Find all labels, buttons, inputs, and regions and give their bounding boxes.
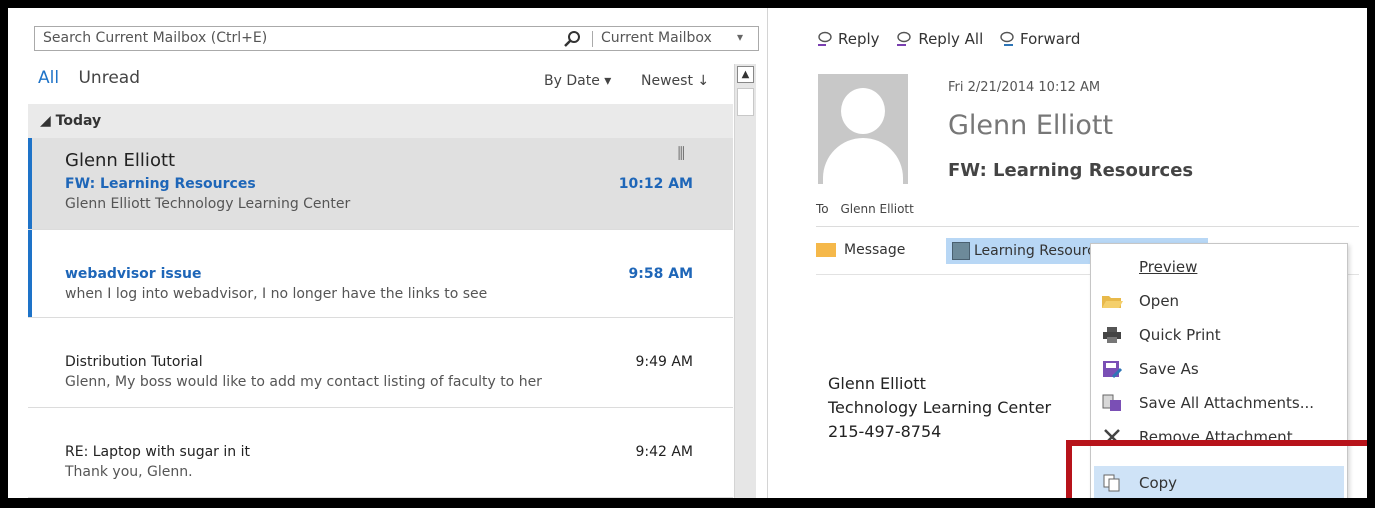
list-item[interactable]: Glenn Elliott ⫴ FW: Learning Resources 1…: [28, 138, 733, 230]
message-preview: Thank you, Glenn.: [65, 464, 193, 480]
menu-item-save-all-attachments[interactable]: Save All Attachments...: [1091, 386, 1347, 420]
to-name[interactable]: Glenn Elliott: [840, 202, 913, 216]
group-label: ◢ Today: [40, 113, 102, 129]
menu-item-save-as[interactable]: Save As: [1091, 352, 1347, 386]
reply-label: Reply: [838, 30, 880, 48]
message-subject: Distribution Tutorial: [65, 354, 203, 370]
save-all-icon: [1102, 394, 1121, 411]
attachment-file-icon: [952, 242, 970, 260]
search-separator: [592, 31, 593, 47]
magnifier-icon[interactable]: [562, 29, 582, 49]
forward-button[interactable]: Forward: [998, 30, 1080, 48]
sort-order[interactable]: Newest ↓: [641, 73, 709, 89]
reply-all-label: Reply All: [918, 30, 984, 48]
message-tab-label: Message: [844, 242, 906, 258]
scroll-up-icon[interactable]: ▲: [737, 66, 754, 83]
message-actions: Reply Reply All Forward: [816, 30, 1090, 51]
sender-avatar: [818, 74, 908, 184]
message-subject: FW: Learning Resources: [65, 176, 256, 192]
header-divider: [816, 226, 1359, 227]
menu-item-preview[interactable]: Preview: [1091, 250, 1347, 284]
menu-item-label: Open: [1139, 292, 1180, 310]
outlook-window: Search Current Mailbox (Ctrl+E) Current …: [0, 0, 1375, 508]
forward-label: Forward: [1020, 30, 1081, 48]
sort-by-date[interactable]: By Date ▾: [544, 73, 611, 89]
reply-icon: [818, 31, 832, 46]
menu-item-label: Preview: [1139, 258, 1198, 276]
message-subject: RE: Laptop with sugar in it: [65, 444, 250, 460]
search-placeholder: Search Current Mailbox (Ctrl+E): [43, 30, 268, 46]
filter-all[interactable]: All: [38, 68, 59, 88]
message-time: 9:58 AM: [628, 266, 693, 282]
forward-icon: [1000, 31, 1014, 46]
group-header-today[interactable]: ◢ Today: [28, 104, 733, 138]
paperclip-icon: ⫴: [677, 144, 685, 165]
message-list-pane: Search Current Mailbox (Ctrl+E) Current …: [8, 8, 768, 498]
search-scope[interactable]: Current Mailbox: [601, 30, 712, 46]
signature-line: 215-497-8754: [828, 422, 942, 441]
signature-line: Technology Learning Center: [828, 398, 1052, 417]
message-sender: Glenn Elliott: [65, 150, 176, 171]
avatar-head: [841, 88, 885, 134]
to-label: To: [816, 202, 829, 216]
filter-unread[interactable]: Unread: [78, 68, 140, 88]
scroll-thumb[interactable]: [737, 88, 754, 116]
menu-item-label: Save As: [1139, 360, 1199, 378]
highlight-annotation-box: [1066, 440, 1367, 498]
message-preview: Glenn, My boss would like to add my cont…: [65, 374, 542, 390]
unread-bar: [28, 230, 32, 317]
list-scrollbar[interactable]: ▲: [734, 64, 756, 498]
search-input[interactable]: Search Current Mailbox (Ctrl+E) Current …: [34, 26, 759, 51]
reply-all-icon: [897, 31, 912, 46]
message-time: 9:49 AM: [635, 354, 693, 370]
list-item[interactable]: RE: Laptop with sugar in it 9:42 AM Than…: [28, 408, 733, 498]
message-time: 9:42 AM: [635, 444, 693, 460]
reply-button[interactable]: Reply: [816, 30, 880, 48]
signature-line: Glenn Elliott: [828, 374, 926, 393]
recipient-line: To Glenn Elliott: [816, 202, 914, 216]
message-subject-heading: FW: Learning Resources: [948, 160, 1194, 181]
menu-item-open[interactable]: Open: [1091, 284, 1347, 318]
chevron-down-icon[interactable]: ▾: [737, 30, 743, 44]
list-item[interactable]: webadvisor issue 9:58 AM when I log into…: [28, 230, 733, 318]
avatar-body: [823, 138, 903, 184]
menu-item-quick-print[interactable]: Quick Print: [1091, 318, 1347, 352]
message-time: 10:12 AM: [618, 176, 693, 192]
message-tab[interactable]: Message: [816, 242, 905, 258]
message-preview: when I log into webadvisor, I no longer …: [65, 286, 488, 302]
folder-open-icon: [1102, 296, 1123, 308]
envelope-icon: [816, 243, 836, 257]
message-body: Glenn Elliott Technology Learning Center…: [828, 372, 1051, 444]
menu-item-label: Save All Attachments...: [1139, 394, 1315, 412]
message-preview: Glenn Elliott Technology Learning Center: [65, 196, 351, 212]
printer-icon: [1103, 327, 1121, 343]
message-from[interactable]: Glenn Elliott: [948, 110, 1113, 141]
message-date: Fri 2/21/2014 10:12 AM: [948, 80, 1101, 95]
menu-item-label: Quick Print: [1139, 326, 1221, 344]
selection-bar: [28, 138, 32, 229]
save-as-icon: [1103, 361, 1123, 379]
list-item[interactable]: Distribution Tutorial 9:49 AM Glenn, My …: [28, 318, 733, 408]
message-subject: webadvisor issue: [65, 266, 202, 282]
filter-tabs: All Unread: [38, 68, 140, 88]
reply-all-button[interactable]: Reply All: [894, 30, 983, 48]
